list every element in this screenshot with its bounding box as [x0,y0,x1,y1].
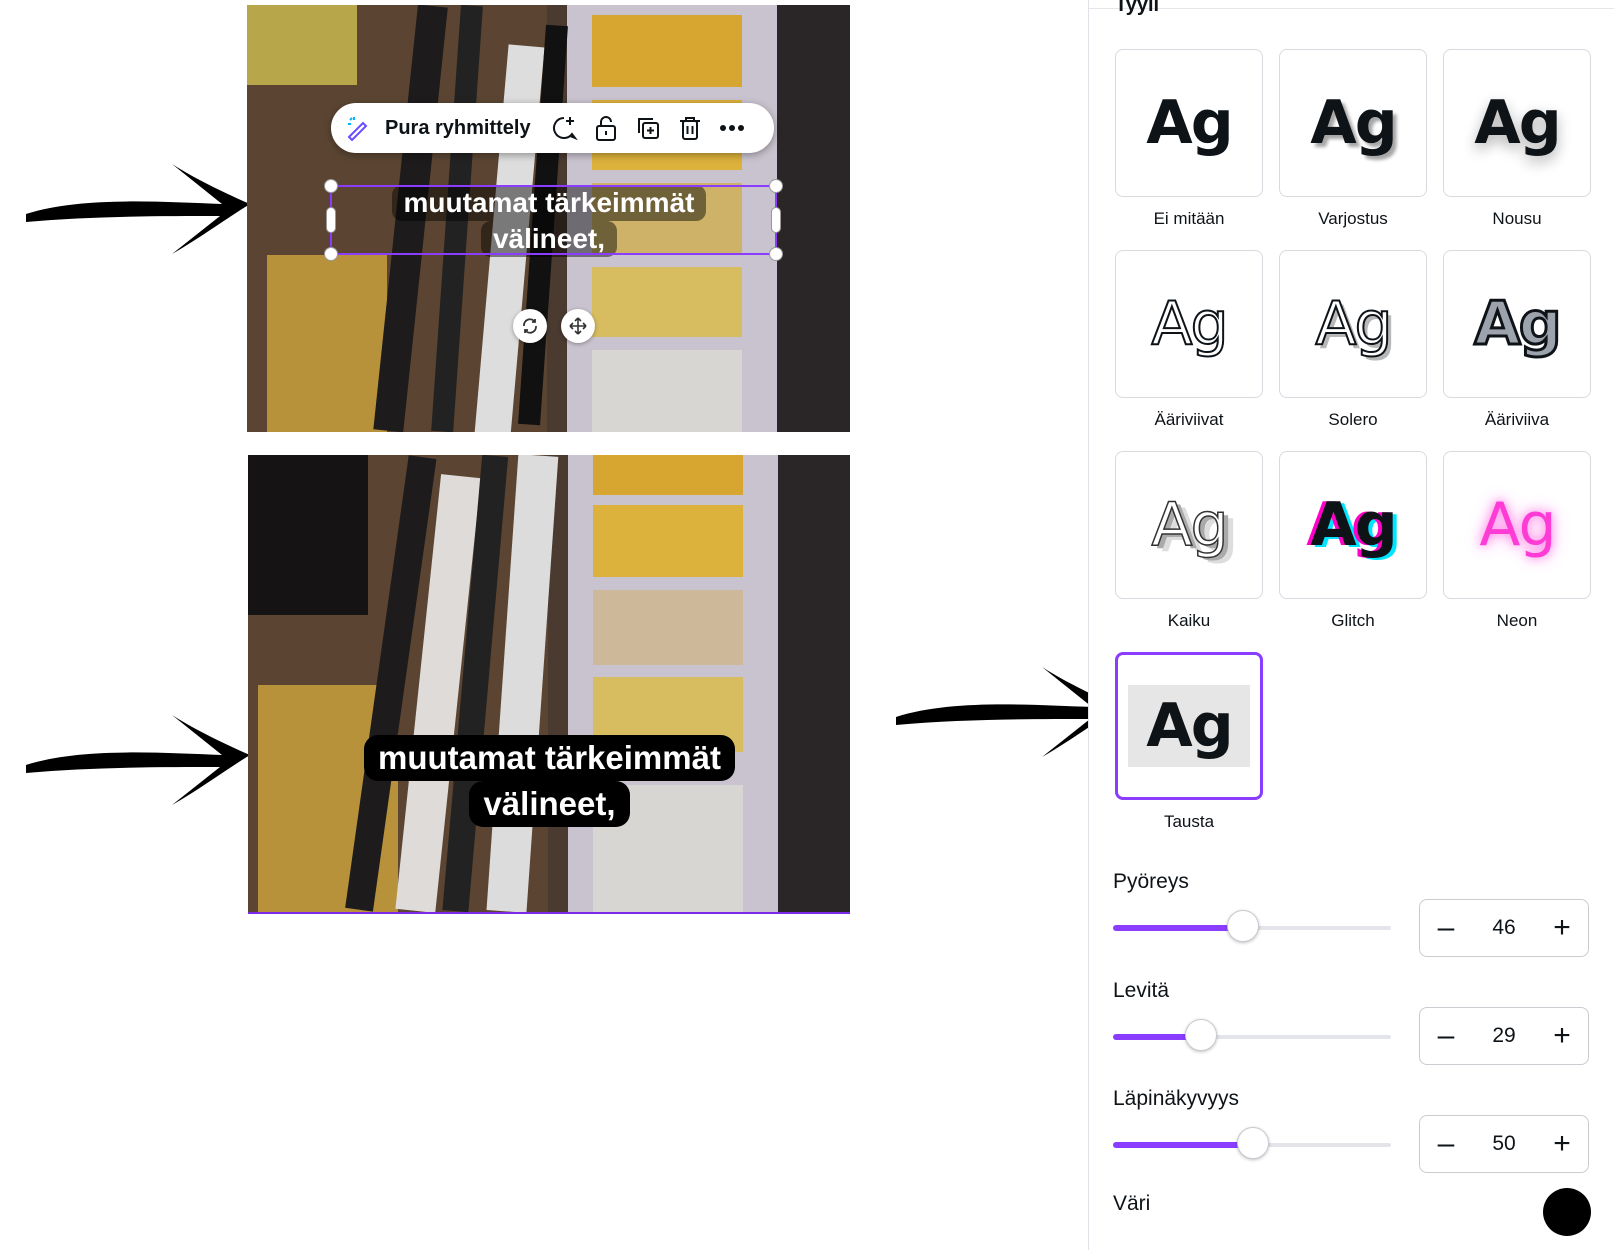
slider-knob[interactable] [1227,910,1259,942]
rotate-button[interactable] [513,309,547,343]
slider-knob[interactable] [1237,1127,1269,1159]
roundness-slider[interactable] [1113,910,1391,942]
resize-handle[interactable] [769,179,783,193]
increment-button[interactable]: + [1546,912,1578,944]
color-label: Väri [1113,1192,1151,1215]
style-preview: Ag [1474,88,1561,158]
spread-label: Levitä [1113,979,1170,1002]
slider-knob[interactable] [1185,1019,1217,1051]
selection-box [324,179,783,261]
resize-handle[interactable] [324,247,338,261]
style-label: Ei mitään [1153,209,1225,228]
style-label: Nousu [1492,209,1542,228]
style-preview: Ag [1150,289,1229,359]
transparency-stepper: – 50 + [1419,1115,1589,1173]
style-label: Neon [1496,611,1538,630]
style-tile-shadow[interactable]: Ag [1279,49,1427,197]
lock-icon[interactable] [591,113,621,143]
style-label: Ääriviiva [1484,410,1550,429]
trash-icon[interactable] [675,113,705,143]
caption-line-2: välineet, [469,781,630,827]
style-tile-solero[interactable]: Ag [1279,250,1427,398]
style-label: Ääriviivat [1154,410,1224,429]
move-button[interactable] [561,309,595,343]
roundness-value[interactable]: 46 [1492,916,1515,940]
style-preview: Ag [1310,88,1397,158]
caption-text-result: muutamat tärkeimmät välineet, [308,735,791,827]
photo-background [248,455,850,912]
style-label: Solero [1328,410,1378,429]
style-preview: Ag [1146,691,1233,761]
color-swatch[interactable] [1543,1188,1591,1236]
panel-divider [1089,8,1614,9]
background-preview: Ag [1128,685,1250,767]
transparency-slider[interactable] [1113,1127,1391,1159]
style-label: Glitch [1331,611,1375,630]
arrow-right-icon [26,715,250,805]
style-preview: Ag [1310,490,1397,560]
ungroup-button[interactable]: Pura ryhmittely [385,117,531,140]
decrement-button[interactable]: – [1430,1020,1462,1052]
transparency-value[interactable]: 50 [1492,1132,1515,1156]
style-preview: Ag [1473,289,1563,359]
style-tile-neon[interactable]: Ag [1443,451,1591,599]
roundness-label: Pyöreys [1113,870,1189,893]
style-label: Kaiku [1167,611,1211,630]
increment-button[interactable]: + [1546,1020,1578,1052]
style-preview: Ag [1151,490,1230,560]
style-tile-lift[interactable]: Ag [1443,49,1591,197]
style-preview: Ag [1479,490,1556,560]
arrow-right-icon [26,164,250,254]
increment-button[interactable]: + [1546,1128,1578,1160]
style-preview: Ag [1314,289,1393,359]
style-tile-none[interactable]: Ag [1115,49,1263,197]
style-label: Tausta [1163,812,1215,831]
spread-slider[interactable] [1113,1019,1391,1051]
resize-handle-side[interactable] [771,207,781,233]
resize-handle-side[interactable] [326,207,336,233]
spread-value[interactable]: 29 [1492,1024,1515,1048]
comment-add-icon[interactable] [549,113,579,143]
transparency-label: Läpinäkyvyys [1113,1087,1240,1110]
effects-panel: Tyyli Ag Ei mitään Ag Varjostus Ag Nousu… [1088,0,1614,1250]
section-title: Tyyli [1115,0,1160,16]
canvas-photo-result: muutamat tärkeimmät välineet, [248,455,850,914]
style-label: Varjostus [1318,209,1388,228]
decrement-button[interactable]: – [1430,912,1462,944]
style-tile-outline[interactable]: Ag [1115,250,1263,398]
floating-toolbar: Pura ryhmittely [331,103,774,153]
style-tile-background[interactable]: Ag [1115,652,1263,800]
caption-line-1: muutamat tärkeimmät [364,735,735,781]
style-preview: Ag [1146,88,1233,158]
roundness-stepper: – 46 + [1419,899,1589,957]
more-icon[interactable] [717,113,747,143]
style-tile-outline-thick[interactable]: Ag [1443,250,1591,398]
resize-handle[interactable] [769,247,783,261]
resize-handle[interactable] [324,179,338,193]
spread-stepper: – 29 + [1419,1007,1589,1065]
decrement-button[interactable]: – [1430,1128,1462,1160]
magic-edit-icon[interactable] [343,113,373,143]
duplicate-icon[interactable] [633,113,663,143]
style-tile-echo[interactable]: Ag [1115,451,1263,599]
style-tile-glitch[interactable]: Ag [1279,451,1427,599]
